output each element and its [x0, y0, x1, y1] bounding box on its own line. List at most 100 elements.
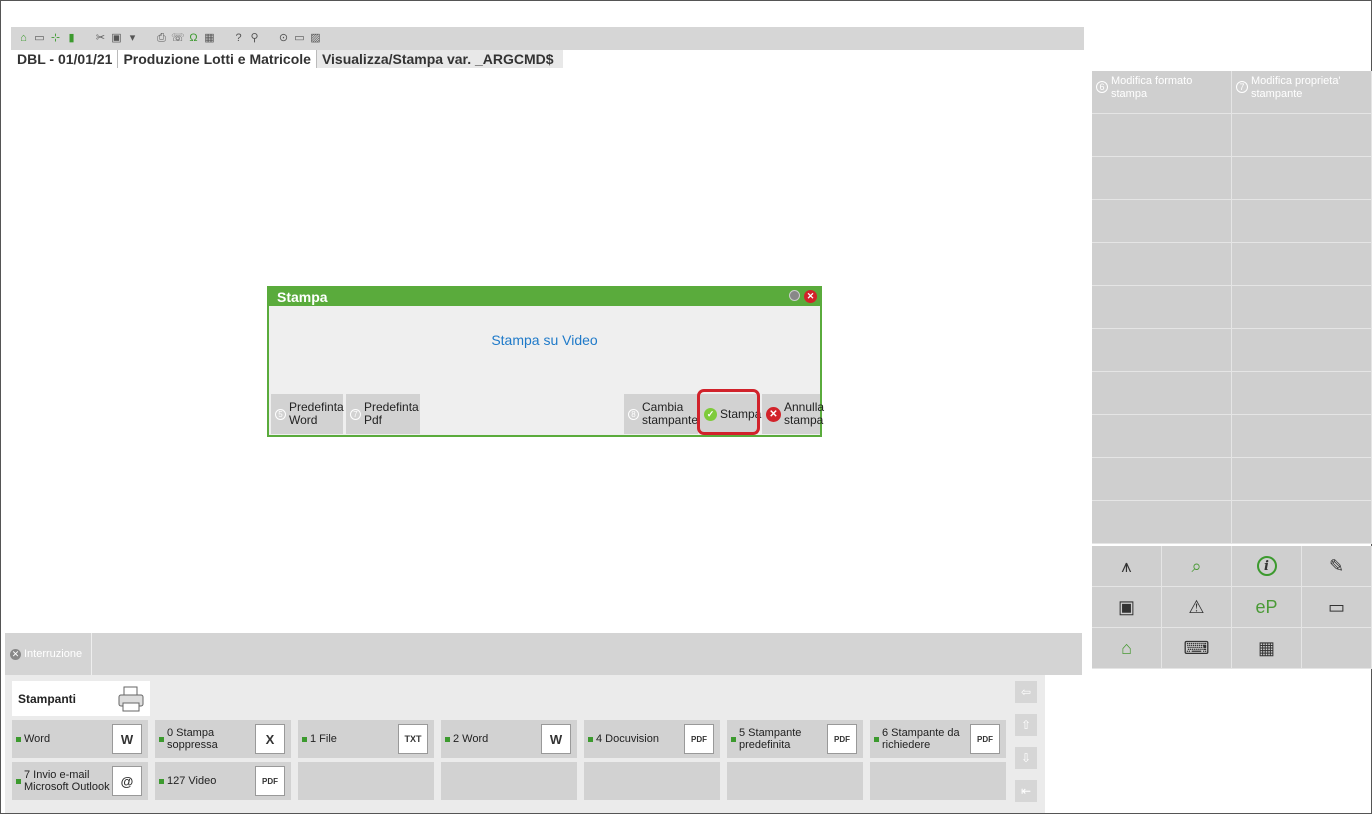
printer-docuvision[interactable]: 4 Docuvision PDF [584, 720, 720, 758]
close-icon[interactable]: ✕ [804, 290, 817, 303]
ep-lock-icon[interactable]: eP [1232, 587, 1302, 628]
button-label: Cambia stampante [642, 400, 699, 427]
printer-icon[interactable]: ⎙ [155, 32, 168, 45]
scissors-icon[interactable]: ✂ [94, 32, 107, 45]
phone-icon[interactable]: ☏ [171, 32, 185, 45]
first-page-icon[interactable]: ⇤ [1015, 780, 1037, 802]
function-key-panel: 6 Modifica formato stampa 7 Modifica pro… [1092, 71, 1372, 669]
empty-function-key [1092, 329, 1232, 372]
fkey-label: Modifica formato stampa [1111, 75, 1193, 100]
monitor-icon[interactable]: ▭ [293, 32, 306, 45]
printer-label: 6 Stampante da richiedere [882, 727, 960, 751]
printers-grid: Word W 0 Stampa soppressa X 1 File TXT 2… [12, 720, 1006, 800]
dialog-message: Stampa su Video [491, 332, 598, 348]
application-window: ⌂ ▭ ⊹ ▮ ✂ ▣ ▾ ⎙ ☏ Ω ▦ ? ⚲ ⊙ ▭ ▨ DBL - 01… [0, 0, 1372, 814]
printer-file[interactable]: 1 File TXT [298, 720, 434, 758]
suppress-print-icon: X [255, 724, 285, 754]
modify-printer-properties-button[interactable]: 7 Modifica proprieta' stampante [1232, 71, 1372, 114]
txt-file-icon: TXT [398, 724, 428, 754]
change-printer-button[interactable]: 8 Cambia stampante [624, 394, 698, 434]
printers-scroll-controls: ⇦ ⇧ ⇩ ⇤ [1015, 681, 1041, 813]
grid-icon[interactable]: ▦ [1232, 628, 1302, 669]
highlight-annotation [697, 389, 760, 435]
empty-function-key [1092, 286, 1232, 329]
breadcrumb: DBL - 01/01/21 Produzione Lotti e Matric… [11, 50, 563, 68]
filter-icon[interactable]: ▾ [126, 32, 139, 45]
cancel-print-button[interactable]: ✕ Annulla stampa [762, 394, 824, 434]
empty-function-key [1232, 200, 1372, 243]
arrow-left-icon[interactable]: ⇦ [1015, 681, 1037, 703]
empty-function-key [1092, 458, 1232, 501]
page-down-icon[interactable]: ⇩ [1015, 747, 1037, 769]
printer-suppressed[interactable]: 0 Stampa soppressa X [155, 720, 291, 758]
fkey-number: 6 [1096, 81, 1108, 93]
calculator-icon[interactable]: ▦ [203, 32, 216, 45]
status-dot [445, 736, 450, 742]
status-dot [588, 736, 593, 742]
interrupt-button[interactable]: ✕ Interruzione [5, 633, 92, 675]
empty-function-key [1232, 501, 1372, 544]
pen-list-icon[interactable]: ✎ [1302, 546, 1372, 587]
printer-label: 5 Stampante predefinita [739, 727, 802, 751]
empty-function-key [1092, 372, 1232, 415]
tree-icon[interactable]: ⊹ [49, 32, 62, 45]
status-dot [16, 736, 21, 742]
status-dot [874, 736, 879, 742]
printer-ask[interactable]: 6 Stampante da richiedere PDF [870, 720, 1006, 758]
printers-tab-label: Stampanti [18, 691, 77, 706]
search-user-icon[interactable]: ⚲ [248, 32, 261, 45]
button-label: Predefinta Word [289, 400, 344, 427]
breadcrumb-function: Visualizza/Stampa var. _ARGCMD$ [316, 50, 563, 68]
printer-default[interactable]: 5 Stampante predefinita PDF [727, 720, 863, 758]
page-up-icon[interactable]: ⇧ [1015, 714, 1037, 736]
dialog-title: Stampa [277, 289, 328, 305]
printer-label: 1 File [310, 733, 337, 745]
printer-word[interactable]: Word W [12, 720, 148, 758]
empty-function-key [1092, 501, 1232, 544]
cancel-icon: ✕ [766, 406, 781, 422]
empty-function-key [1232, 157, 1372, 200]
new-doc-icon[interactable]: ▭ [33, 32, 46, 45]
default-word-button[interactable]: 5 Predefinta Word [271, 394, 344, 434]
omega-icon[interactable]: Ω [187, 32, 200, 45]
email-pdf-icon: @ [112, 766, 142, 796]
chart-warning-icon[interactable]: ⚠ [1162, 587, 1232, 628]
printers-panel: Stampanti Word W 0 Stampa soppressa X 1 … [5, 675, 1045, 813]
document-search-icon[interactable]: ⌕ [1162, 546, 1232, 587]
chart-export-icon[interactable]: ⩚ [1092, 546, 1162, 587]
video-play-icon[interactable]: ▣ [1092, 587, 1162, 628]
status-dot [302, 736, 307, 742]
default-pdf-button[interactable]: 7 Predefinta Pdf [346, 394, 420, 434]
printers-tab[interactable]: Stampanti [12, 681, 150, 716]
empty-function-key [1232, 329, 1372, 372]
empty-function-key [1092, 114, 1232, 157]
image-icon[interactable]: ▨ [309, 32, 322, 45]
record-icon[interactable]: ⊙ [277, 32, 290, 45]
card-icon[interactable]: ▭ [1302, 587, 1372, 628]
empty-printer-slot [298, 762, 434, 800]
minimize-icon[interactable] [789, 290, 800, 301]
empty-printer-slot [870, 762, 1006, 800]
empty-printer-slot [441, 762, 577, 800]
book-icon[interactable]: ▮ [65, 32, 78, 45]
info-icon[interactable]: i [1232, 546, 1302, 587]
screen-icon[interactable]: ▣ [110, 32, 123, 45]
button-label: Predefinta Pdf [364, 400, 419, 427]
basket-icon[interactable]: ⌂ [1092, 628, 1162, 669]
printer-email-outlook[interactable]: 7 Invio e-mail Microsoft Outlook @ [12, 762, 148, 800]
keyboard-icon[interactable]: ⌨ [1162, 628, 1232, 669]
breadcrumb-company-date: DBL - 01/01/21 [11, 50, 119, 68]
printer-video[interactable]: 127 Video PDF [155, 762, 291, 800]
status-dot [159, 778, 164, 784]
breadcrumb-module: Produzione Lotti e Matricole [118, 50, 317, 68]
key-badge: 7 [350, 408, 361, 420]
home-icon[interactable]: ⌂ [17, 32, 30, 45]
key-badge: 5 [275, 408, 286, 420]
printer-label: 0 Stampa soppressa [167, 727, 218, 751]
printer-word-2[interactable]: 2 Word W [441, 720, 577, 758]
fkey-label: Modifica proprieta' stampante [1251, 75, 1341, 100]
empty-printer-slot [727, 762, 863, 800]
printer-label: 2 Word [453, 733, 489, 745]
help-icon[interactable]: ? [232, 32, 245, 45]
modify-print-format-button[interactable]: 6 Modifica formato stampa [1092, 71, 1232, 114]
